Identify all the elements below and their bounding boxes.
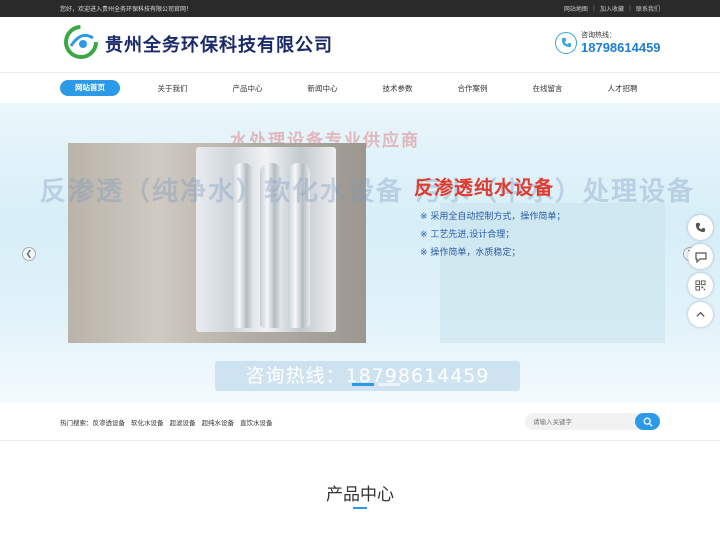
hotline-label: 咨询热线： — [581, 31, 616, 39]
company-name: 贵州全务环保科技有限公司 — [105, 35, 333, 56]
banner-prev-arrow-icon[interactable]: ❮ — [22, 247, 36, 261]
phone-icon — [555, 31, 577, 54]
header: 贵州全务环保科技有限公司 咨询热线： 18798614459 — [0, 17, 720, 72]
nav-products[interactable]: 产品中心 — [210, 83, 285, 94]
banner-dots — [350, 383, 402, 386]
contact-link[interactable]: 联系我们 — [636, 4, 660, 13]
search-input[interactable] — [525, 413, 643, 430]
nav-cases[interactable]: 合作案例 — [435, 83, 510, 94]
banner-call-text: 咨询热线：18798614459 — [215, 361, 520, 391]
company-logo[interactable] — [63, 24, 99, 60]
sitemap-link[interactable]: 网站地图 — [564, 4, 588, 13]
favorite-link[interactable]: 加入收藏 — [600, 4, 624, 13]
welcome-text: 您好，欢迎进入贵州全务环保科技有限公司官网！ — [60, 6, 193, 13]
banner-dot-1[interactable] — [352, 383, 374, 386]
hotline-number: 18798614459 — [581, 40, 661, 55]
top-bar: 您好，欢迎进入贵州全务环保科技有限公司官网！ 网站地图 | 加入收藏 | 联系我… — [0, 0, 720, 17]
banner-feature-1: ※ 采用全自动控制方式，操作简单； — [420, 212, 566, 222]
search-button[interactable] — [635, 413, 660, 430]
nav-about[interactable]: 关于我们 — [135, 83, 210, 94]
nav-jobs[interactable]: 人才招聘 — [585, 83, 660, 94]
search-row: 热门搜索： 反渗透设备 软化水设备 超滤设备 超纯水设备 直饮水设备 — [0, 403, 720, 441]
side-phone-button[interactable] — [688, 215, 713, 240]
search-icon — [643, 417, 653, 427]
chat-icon — [694, 251, 707, 263]
side-chat-button[interactable] — [688, 244, 713, 269]
nav-message[interactable]: 在线留言 — [510, 83, 585, 94]
section-underline — [353, 507, 367, 509]
top-links: 网站地图 | 加入收藏 | 联系我们 — [563, 4, 660, 13]
section-title: 产品中心 — [326, 485, 394, 505]
hot-keyword[interactable]: 超滤设备 — [170, 417, 196, 427]
hot-keyword[interactable]: 反渗透设备 — [93, 417, 126, 427]
hot-keyword[interactable]: 直饮水设备 — [240, 417, 273, 427]
banner-feature-3: ※ 操作简单，水质稳定； — [420, 248, 521, 258]
side-qrcode-button[interactable] — [688, 273, 713, 298]
main-nav: 网站首页 关于我们 产品中心 新闻中心 技术参数 合作案例 在线留言 人才招聘 — [0, 72, 720, 103]
qrcode-icon — [695, 280, 706, 291]
nav-news[interactable]: 新闻中心 — [285, 83, 360, 94]
side-back-to-top-button[interactable] — [688, 302, 713, 327]
hero-banner[interactable]: 水处理设备专业供应商 反渗透（纯净水）软化水设备 污水（中水）处理设备 反渗透纯… — [0, 103, 720, 403]
hot-keywords: 热门搜索： 反渗透设备 软化水设备 超滤设备 超纯水设备 直饮水设备 — [60, 417, 279, 427]
chevron-up-icon — [696, 311, 705, 317]
hot-keyword[interactable]: 软化水设备 — [131, 417, 164, 427]
nav-tech[interactable]: 技术参数 — [360, 83, 435, 94]
nav-home[interactable]: 网站首页 — [60, 80, 120, 96]
banner-dot-2[interactable] — [378, 383, 400, 386]
banner-right-photo — [440, 203, 665, 343]
phone-icon — [695, 222, 706, 233]
banner-feature-2: ※ 工艺先进,设计合理； — [420, 230, 515, 240]
search-box — [525, 413, 660, 430]
hot-label: 热门搜索： — [60, 418, 93, 427]
banner-title: 反渗透纯水设备 — [414, 177, 555, 199]
hotline: 咨询热线： 18798614459 — [555, 30, 661, 55]
hot-keyword[interactable]: 超纯水设备 — [202, 417, 235, 427]
